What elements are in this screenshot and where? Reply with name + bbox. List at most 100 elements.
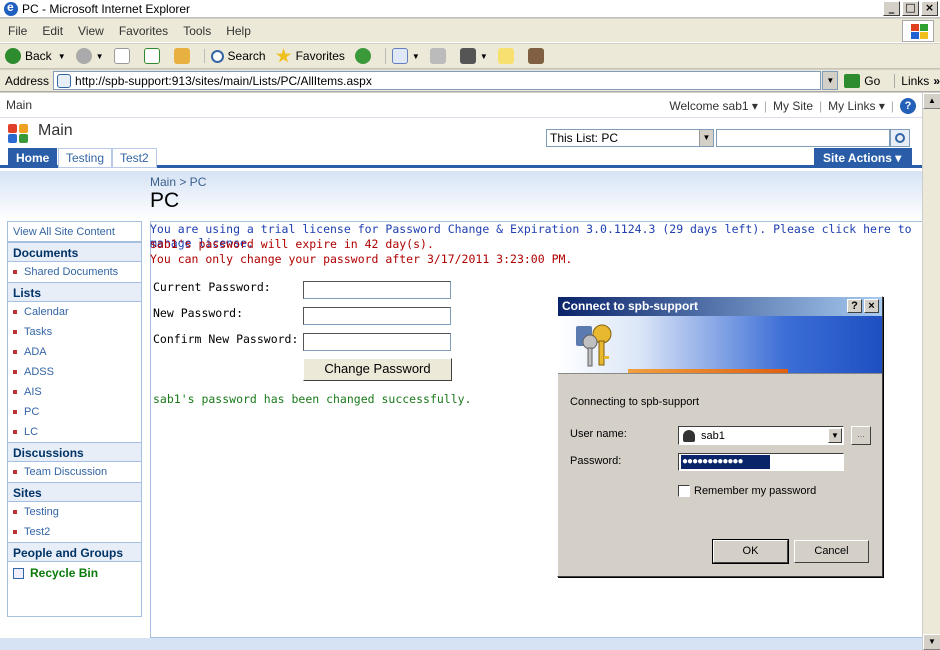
ql-item-pc[interactable]: PC <box>8 402 141 422</box>
recycle-bin-link[interactable]: Recycle Bin <box>8 562 141 584</box>
research-icon <box>527 48 544 64</box>
browse-user-button[interactable]: ... <box>851 426 871 445</box>
edit-button[interactable]: ▼ <box>459 48 488 64</box>
mail-icon <box>391 48 408 64</box>
address-label: Address <box>5 73 50 88</box>
print-button[interactable] <box>429 48 450 64</box>
vertical-scrollbar[interactable]: ▲ ▼ <box>922 93 940 650</box>
ql-item-shared-documents[interactable]: Shared Documents <box>8 262 141 282</box>
tab-testing[interactable]: Testing <box>58 148 113 168</box>
ql-discussions-heading[interactable]: Discussions <box>8 442 141 462</box>
ql-sites-heading[interactable]: Sites <box>8 482 141 502</box>
ql-documents-heading[interactable]: Documents <box>8 242 141 262</box>
ql-people-heading[interactable]: People and Groups <box>8 542 141 562</box>
address-bar: Address http://spb-support:913/sites/mai… <box>0 70 940 92</box>
search-scope-select[interactable]: This List: PC ▼ <box>546 129 714 147</box>
chevron-right-icon[interactable]: » <box>933 74 940 88</box>
search-button[interactable]: Search <box>203 49 266 63</box>
confirm-password-field[interactable] <box>303 333 451 351</box>
links-button[interactable]: Links <box>894 73 929 88</box>
username-combo[interactable]: sab1 ▼ <box>678 426 844 445</box>
ql-item-lc[interactable]: LC <box>8 422 141 442</box>
breadcrumb[interactable]: Main > PC <box>150 175 206 189</box>
ql-item-ais[interactable]: AIS <box>8 382 141 402</box>
site-title[interactable]: Main <box>38 122 73 140</box>
global-site-link[interactable]: Main <box>6 98 32 112</box>
mail-button[interactable]: ▼ <box>384 48 420 64</box>
remember-password-checkbox[interactable] <box>678 485 690 497</box>
minimize-button[interactable]: _ <box>883 1 900 16</box>
current-password-field[interactable] <box>303 281 451 299</box>
window-title: PC - Microsoft Internet Explorer <box>22 1 191 16</box>
welcome-menu[interactable]: Welcome sab1 ▾ <box>669 99 758 113</box>
view-all-site-content-link[interactable]: View All Site Content <box>8 222 141 242</box>
current-password-label: Current Password: <box>153 280 271 294</box>
tab-test2[interactable]: Test2 <box>112 148 157 168</box>
home-button[interactable] <box>173 48 194 64</box>
ql-item-calendar[interactable]: Calendar <box>8 302 141 322</box>
address-dropdown[interactable]: ▼ <box>822 71 839 90</box>
stop-icon <box>113 48 130 64</box>
refresh-button[interactable] <box>143 48 164 64</box>
ok-button[interactable]: OK <box>712 539 789 564</box>
toolbar: Back ▼ ▼ Search Favorites ▼ ▼ <box>0 44 940 69</box>
home-icon <box>173 48 190 64</box>
favorites-label: Favorites <box>295 49 345 63</box>
menu-file[interactable]: File <box>8 24 27 38</box>
menu-view[interactable]: View <box>78 24 104 38</box>
refresh-icon <box>143 48 160 64</box>
search-label: Search <box>227 49 266 63</box>
ie-window: PC - Microsoft Internet Explorer _ □ × F… <box>0 0 940 650</box>
help-icon[interactable]: ? <box>900 98 916 114</box>
stop-button[interactable] <box>113 48 134 64</box>
star-icon <box>275 48 292 63</box>
cancel-button[interactable]: Cancel <box>794 540 869 563</box>
maximize-button[interactable]: □ <box>902 1 919 16</box>
scroll-up-arrow-icon[interactable]: ▲ <box>923 93 940 109</box>
new-password-label: New Password: <box>153 306 244 320</box>
dialog-help-button[interactable]: ? <box>847 299 862 313</box>
ql-item-team-discussion[interactable]: Team Discussion <box>8 462 141 482</box>
chevron-down-icon[interactable]: ▼ <box>828 428 842 443</box>
title-bar: PC - Microsoft Internet Explorer _ □ × <box>0 0 940 18</box>
favorites-button[interactable]: Favorites <box>275 48 345 64</box>
tab-home[interactable]: Home <box>8 148 58 168</box>
password-field[interactable]: ●●●●●●●●●●●● <box>678 453 844 471</box>
quick-launch: View All Site Content Documents Shared D… <box>7 221 142 617</box>
discuss-button[interactable] <box>497 48 518 64</box>
my-links-menu[interactable]: My Links ▾ <box>828 99 885 113</box>
banner-accent <box>628 369 788 373</box>
media-button[interactable] <box>354 48 375 64</box>
menu-tools[interactable]: Tools <box>183 24 211 38</box>
menu-edit[interactable]: Edit <box>42 24 63 38</box>
back-button[interactable]: Back ▼ <box>5 48 66 64</box>
windows-logo-icon <box>902 20 934 42</box>
ql-lists-heading[interactable]: Lists <box>8 282 141 302</box>
new-password-field[interactable] <box>303 307 451 325</box>
page-icon <box>57 73 72 88</box>
ql-item-tasks[interactable]: Tasks <box>8 322 141 342</box>
dialog-title: Connect to spb-support <box>562 299 698 313</box>
remember-password-label[interactable]: Remember my password <box>694 485 816 497</box>
menu-help[interactable]: Help <box>226 24 251 38</box>
ql-item-testing[interactable]: Testing <box>8 502 141 522</box>
address-input[interactable]: http://spb-support:913/sites/main/Lists/… <box>53 71 822 90</box>
ql-item-adss[interactable]: ADSS <box>8 362 141 382</box>
search-input[interactable] <box>716 129 890 147</box>
search-go-button[interactable] <box>890 129 910 147</box>
menu-favorites[interactable]: Favorites <box>119 24 168 38</box>
forward-button[interactable]: ▼ <box>75 48 104 64</box>
dialog-close-button[interactable]: × <box>864 299 879 313</box>
my-site-link[interactable]: My Site <box>773 99 813 113</box>
scroll-down-arrow-icon[interactable]: ▼ <box>923 634 940 650</box>
go-button[interactable]: Go <box>844 73 880 88</box>
ql-item-test2[interactable]: Test2 <box>8 522 141 542</box>
close-button[interactable]: × <box>921 1 938 16</box>
change-password-button[interactable]: Change Password <box>303 358 452 381</box>
username-label: User name: <box>570 428 627 440</box>
dialog-banner <box>558 316 882 374</box>
site-actions-menu[interactable]: Site Actions ▾ <box>814 148 912 168</box>
discuss-icon <box>497 48 514 64</box>
ql-item-ada[interactable]: ADA <box>8 342 141 362</box>
messenger-button[interactable] <box>527 48 548 64</box>
